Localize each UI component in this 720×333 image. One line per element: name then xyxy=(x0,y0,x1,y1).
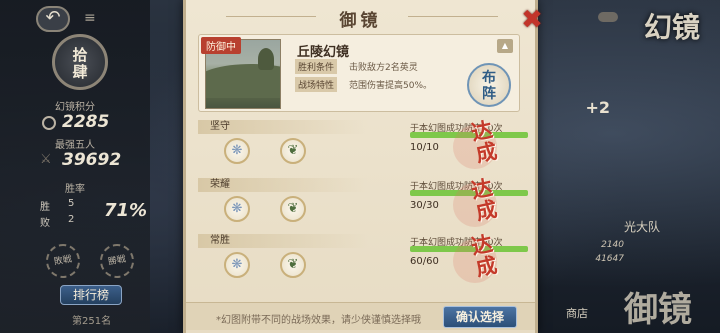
rank-badge: 拾 肆 xyxy=(52,34,108,90)
battlefield-trait-text: 范围伤害提高50%。 xyxy=(349,81,433,91)
defending-tag: 防御中 xyxy=(201,37,241,54)
victory-condition-label: 胜利条件 xyxy=(295,59,338,74)
dialog-footer: *幻图附带不同的战场效果，请少侠谨慎选择哦 确认选择 xyxy=(186,302,535,330)
left-stats-panel: ↶ ≡ 拾 肆 幻镜积分 2285 最强五人 ⚔ 39692 胜率 胜 5 败 … xyxy=(0,0,150,333)
completed-stamp-text: 达 成 xyxy=(468,116,500,167)
task-progress-text: 30/30 xyxy=(410,200,439,211)
feather-icon[interactable]: ❋ xyxy=(224,138,250,164)
win-rate-value: 71% xyxy=(104,200,148,221)
right-title: 幻镜 xyxy=(643,11,700,44)
task-row: 坚守 ❋ ❦ 于本幻图成功防守10次 10/10 达 成 xyxy=(198,116,528,174)
task-name: 荣耀 xyxy=(210,179,230,190)
scene-info-card: 防御中 丘陵幻镜 胜利条件 击败敌方2名英灵 战场特性 范围伤害提高50%。 ▲… xyxy=(198,34,520,112)
wins-value: 5 xyxy=(68,198,75,209)
right-plus: +2 xyxy=(585,98,610,117)
team-number-2: 41647 xyxy=(595,254,624,264)
formation-label: 布 阵 xyxy=(482,70,496,102)
mirror-dialog: 御镜 ✖ 防御中 丘陵幻镜 胜利条件 击败敌方2名英灵 战场特性 范围伤害提高5… xyxy=(183,0,543,333)
best-value: 39692 xyxy=(62,150,122,170)
close-button[interactable]: ✖ xyxy=(516,6,548,36)
feather-icon[interactable]: ❋ xyxy=(224,252,250,278)
feather-icon[interactable]: ❋ xyxy=(224,196,250,222)
seal-left-icon: 敗戦 xyxy=(43,241,83,281)
completed-stamp-text: 达 成 xyxy=(468,230,500,281)
tree-shape xyxy=(258,48,274,70)
wins-label: 胜 xyxy=(40,202,50,213)
back-button[interactable]: ↶ xyxy=(36,6,70,32)
rank-title: 拾 肆 xyxy=(72,46,88,81)
battlefield-trait-label: 战场特性 xyxy=(295,77,338,92)
points-label: 幻镜积分 xyxy=(55,102,95,113)
footer-note: *幻图附带不同的战场效果，请少侠谨慎选择哦 xyxy=(216,315,421,326)
points-value: 2285 xyxy=(62,112,110,132)
losses-value: 2 xyxy=(68,214,75,225)
seal-right-icon: 勝戦 xyxy=(97,241,137,281)
team-number-1: 2140 xyxy=(601,240,624,250)
menu-icon[interactable]: ≡ xyxy=(84,10,96,26)
task-name: 坚守 xyxy=(210,121,230,132)
completed-stamp: 达 成 xyxy=(449,172,520,236)
toggle-icon[interactable] xyxy=(598,12,618,22)
points-icon xyxy=(42,116,56,130)
leaf-icon[interactable]: ❦ xyxy=(280,252,306,278)
leaf-icon[interactable]: ❦ xyxy=(280,138,306,164)
task-progress-text: 10/10 xyxy=(410,142,439,153)
formation-button[interactable]: 布 阵 xyxy=(467,63,511,107)
completed-stamp-text: 达 成 xyxy=(468,174,500,225)
right-bottom-title: 御镜 xyxy=(624,290,692,330)
leaf-icon[interactable]: ❦ xyxy=(280,196,306,222)
completed-stamp: 达 成 xyxy=(449,114,520,178)
shop-label[interactable]: 商店 xyxy=(566,305,588,321)
scene-name: 丘陵幻镜 xyxy=(297,45,350,60)
task-name: 常胜 xyxy=(210,235,230,246)
victory-condition-text: 击败敌方2名英灵 xyxy=(349,63,418,73)
collapse-button[interactable]: ▲ xyxy=(497,39,513,53)
task-row: 常胜 ❋ ❦ 于本幻图成功防守60次 60/60 达 成 xyxy=(198,230,528,288)
dialog-title: 御镜 xyxy=(339,11,382,31)
confirm-select-button[interactable]: 确认选择 xyxy=(443,306,517,328)
losses-label: 败 xyxy=(40,218,50,229)
rank-position: 第251名 xyxy=(72,316,112,327)
best-label: 最强五人 xyxy=(55,140,95,151)
win-rate-label: 胜率 xyxy=(65,184,85,195)
completed-stamp: 达 成 xyxy=(449,228,520,292)
ranking-button[interactable]: 排行榜 xyxy=(60,285,122,305)
team-name: 光大队 xyxy=(623,220,660,234)
task-row: 荣耀 ❋ ❦ 于本幻图成功防守30次 30/30 达 成 xyxy=(198,174,528,232)
swords-icon: ⚔ xyxy=(40,152,52,167)
task-progress-text: 60/60 xyxy=(410,256,439,267)
